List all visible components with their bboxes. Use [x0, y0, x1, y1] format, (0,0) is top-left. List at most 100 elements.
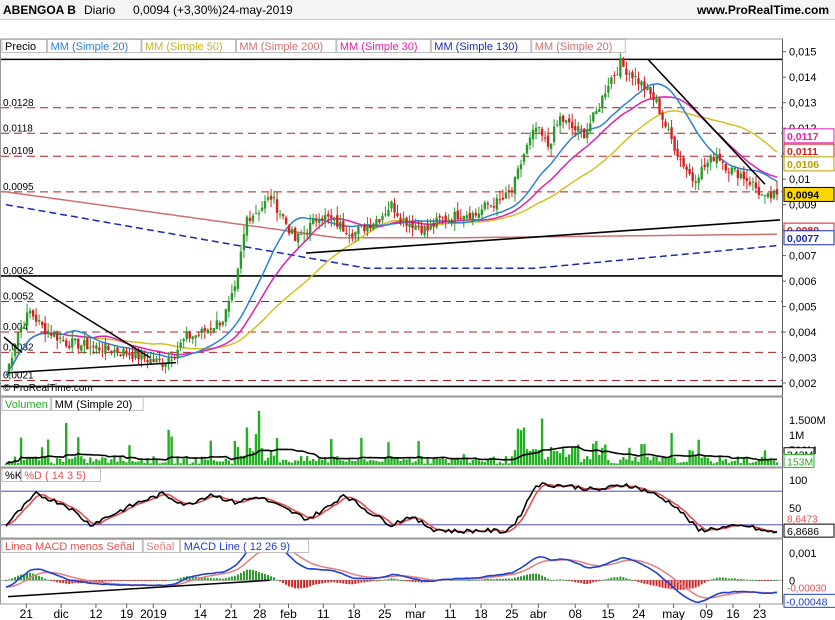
candle-body	[101, 351, 104, 353]
indicator-legend-label: MM (Simple 20)	[51, 41, 129, 53]
volume-bar	[631, 460, 634, 465]
volume-bar	[68, 458, 71, 465]
candle-body	[98, 347, 101, 351]
macd-histogram-bar	[712, 578, 715, 581]
candle-body	[628, 73, 631, 75]
candle-body	[390, 201, 393, 209]
candle-body	[34, 314, 38, 322]
x-axis-label: 08	[569, 607, 583, 620]
volume-bar	[366, 461, 369, 465]
volume-bar	[387, 442, 390, 465]
x-axis-label: 28	[253, 607, 267, 620]
candle-body	[354, 232, 357, 236]
macd-histogram-bar	[137, 580, 140, 582]
price-level-label: 0,0109	[3, 146, 34, 157]
macd-histogram-bar	[760, 580, 763, 582]
macd-histogram-bar	[736, 578, 739, 581]
candle-body	[450, 219, 453, 223]
x-axis-label: dic	[53, 607, 68, 620]
volume-axis-label: 1M	[789, 430, 804, 442]
candle-body	[170, 359, 173, 361]
macd-histogram-bar	[408, 580, 411, 582]
volume-bar	[501, 463, 505, 465]
candle-body	[128, 352, 131, 356]
candle-body	[552, 126, 556, 142]
volume-bar	[110, 459, 113, 465]
candle-body	[748, 182, 752, 185]
candle-body	[646, 86, 649, 90]
macd-histogram-bar	[706, 580, 709, 582]
candle-body	[49, 332, 53, 336]
candle-body	[22, 326, 26, 329]
volume-bar	[296, 460, 300, 465]
macd-histogram-bar	[604, 579, 607, 581]
volume-bar	[116, 461, 119, 465]
candle-body	[179, 342, 182, 348]
price-value-label: 0,0094	[787, 189, 819, 201]
candle-body	[43, 322, 47, 334]
volume-bar	[206, 459, 209, 465]
candle-body	[37, 319, 41, 322]
volume-bar	[691, 450, 694, 465]
candle-body	[459, 217, 462, 219]
symbol-title: ABENGOA B	[3, 3, 76, 17]
candle-body	[586, 129, 589, 139]
macd-histogram-bar	[318, 580, 321, 584]
macd-histogram-bar	[754, 580, 757, 582]
volume-bar	[149, 463, 152, 465]
price-axis-label: 0,005	[789, 302, 817, 314]
macd-histogram-bar	[233, 575, 236, 581]
volume-bar	[405, 459, 408, 465]
candle-body	[107, 345, 110, 350]
volume-bar	[272, 455, 276, 465]
macd-histogram-bar	[396, 579, 399, 581]
macd-histogram-bar	[519, 576, 522, 581]
macd-histogram-bar	[646, 580, 649, 585]
macd-histogram-bar	[348, 580, 351, 585]
macd-histogram-bar	[297, 580, 300, 589]
candle-body	[441, 217, 444, 219]
volume-bar	[233, 441, 237, 465]
macd-histogram-bar	[375, 580, 378, 582]
candle-body	[679, 158, 682, 160]
volume-bar	[131, 460, 134, 465]
volume-bar	[191, 462, 194, 465]
volume-bar	[137, 461, 140, 465]
candle-body	[673, 136, 676, 151]
candle-body	[308, 222, 312, 237]
volume-bar	[80, 456, 83, 465]
indicator-legend-label: Precio	[5, 41, 36, 53]
volume-bar	[369, 459, 372, 465]
candle-body	[604, 93, 607, 98]
volume-bar	[318, 458, 321, 465]
candle-body	[342, 221, 345, 232]
candle-body	[700, 166, 703, 179]
macd-histogram-bar	[312, 580, 315, 586]
volume-bar	[679, 462, 682, 465]
volume-bar	[435, 458, 438, 465]
candle-body	[555, 124, 559, 126]
stoch-axis-label: 100	[789, 475, 807, 487]
stoch-value-label: 6,8686	[787, 526, 819, 538]
volume-bar	[567, 454, 571, 465]
macd-histogram-bar	[571, 580, 574, 582]
volume-axis-label: 1.500M	[789, 415, 826, 427]
macd-histogram-bar	[270, 576, 273, 581]
macd-histogram-bar	[56, 580, 59, 583]
volume-bar	[357, 459, 360, 465]
macd-histogram-bar	[727, 578, 730, 581]
volume-bar	[474, 458, 478, 465]
candle-body	[537, 127, 541, 129]
macd-histogram-bar	[143, 580, 146, 582]
volume-bar	[510, 456, 514, 465]
volume-bar	[592, 443, 595, 465]
volume-bar	[31, 457, 35, 465]
volume-bar	[381, 461, 384, 465]
candle-body	[375, 219, 378, 226]
candle-body	[637, 78, 640, 85]
candle-body	[212, 328, 216, 333]
volume-bar	[49, 462, 53, 465]
macd-histogram-bar	[402, 580, 405, 582]
macd-histogram-bar	[622, 576, 625, 581]
macd-histogram-bar	[480, 579, 483, 581]
